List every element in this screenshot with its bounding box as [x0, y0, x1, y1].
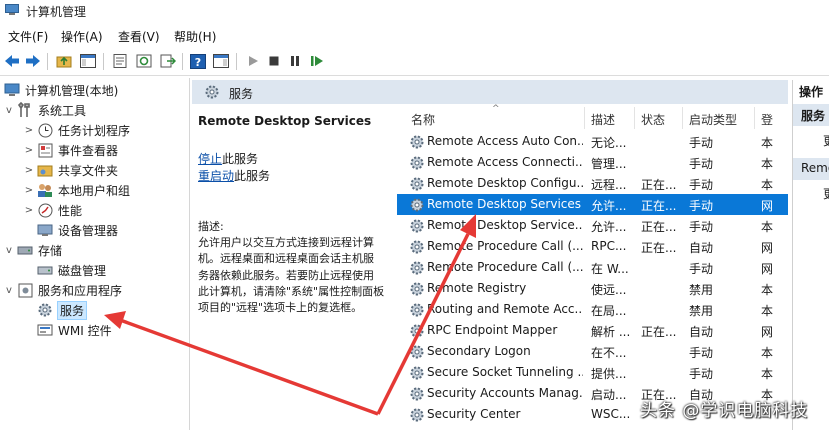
arrow-head — [104, 311, 126, 329]
arrow-to-services-node — [119, 318, 379, 416]
annotation-arrows — [104, 214, 476, 416]
arrow-to-selected-service — [376, 233, 470, 415]
watermark: 头条 @学识电脑科技 — [640, 401, 809, 421]
